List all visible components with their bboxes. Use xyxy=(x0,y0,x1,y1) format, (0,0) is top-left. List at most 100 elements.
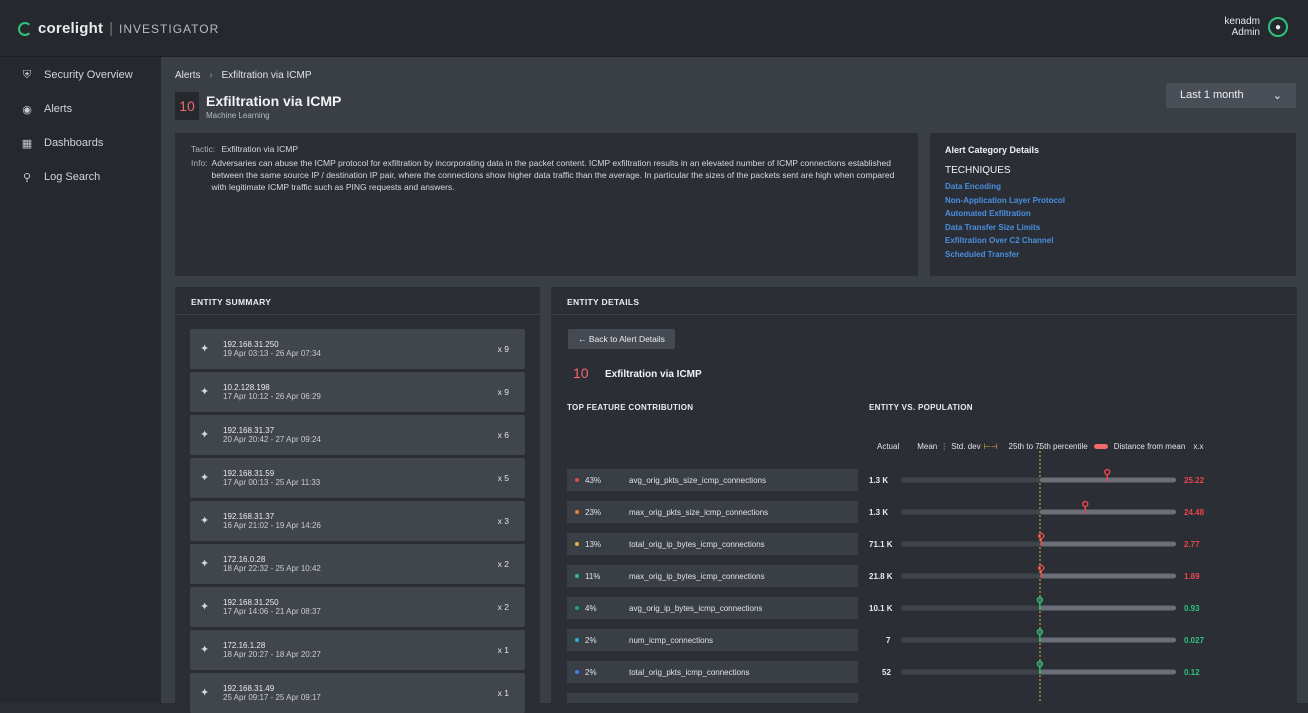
category-title: Alert Category Details xyxy=(945,145,1040,155)
page-subtitle: Machine Learning xyxy=(206,111,270,120)
entity-node-icon: ✦ xyxy=(200,687,210,699)
shield-icon: ⛨ xyxy=(22,68,32,81)
feature-row-partial[interactable] xyxy=(567,693,858,703)
sidebar-item-security-overview[interactable]: ⛨ Security Overview xyxy=(0,58,161,92)
entity-item[interactable]: ✦ 172.16.0.28 18 Apr 22:32 - 25 Apr 10:4… xyxy=(190,544,525,584)
feature-row[interactable]: 43% avg_orig_pkts_size_icmp_connections xyxy=(567,469,858,491)
breadcrumb-alerts-link[interactable]: Alerts xyxy=(175,70,201,81)
user-menu[interactable]: kenadm Admin ● xyxy=(1224,16,1288,38)
feature-row[interactable]: 2% total_orig_pkts_icmp_connections xyxy=(567,661,858,683)
technique-link[interactable]: Exfiltration Over C2 Channel xyxy=(945,234,1281,248)
entity-item[interactable]: ✦ 172.16.1.28 18 Apr 20:27 - 18 Apr 20:2… xyxy=(190,630,525,670)
technique-link[interactable]: Data Encoding xyxy=(945,180,1281,194)
logo[interactable]: corelight | INVESTIGATOR xyxy=(18,20,219,37)
date-range-value: Last 1 month xyxy=(1180,89,1244,101)
feature-distance: 0.93 xyxy=(1184,604,1200,613)
chevron-down-icon: ⌄ xyxy=(1272,90,1282,102)
entity-ip: 192.168.31.37 xyxy=(223,512,275,521)
entity-marker-pin xyxy=(1082,500,1089,508)
info-label: Info: xyxy=(191,158,208,168)
entity-range: 18 Apr 22:32 - 25 Apr 10:42 xyxy=(223,564,321,573)
sidebar-item-label: Security Overview xyxy=(44,69,133,81)
alert-info-panel: Tactic: Exfiltration via ICMP Info: Adve… xyxy=(175,133,918,276)
feature-name: max_orig_pkts_size_icmp_connections xyxy=(629,508,769,517)
entity-score: 10 xyxy=(573,365,589,381)
sidebar: ⛨ Security Overview ◉ Alerts ▦ Dashboard… xyxy=(0,57,161,703)
entity-node-icon: ✦ xyxy=(200,601,210,613)
entity-count: x 9 xyxy=(497,344,509,354)
feature-name: max_orig_ip_bytes_icmp_connections xyxy=(629,572,765,581)
feature-distance: 24.48 xyxy=(1184,508,1205,517)
entity-node-icon: ✦ xyxy=(200,644,210,656)
feature-color-dot xyxy=(575,574,579,578)
entity-range: 19 Apr 03:13 - 26 Apr 07:34 xyxy=(223,349,321,358)
main-content: Alerts › Exfiltration via ICMP 10 Exfilt… xyxy=(161,57,1308,713)
feature-name: total_orig_ip_bytes_icmp_connections xyxy=(629,540,765,549)
technique-link[interactable]: Data Transfer Size Limits xyxy=(945,221,1281,235)
entity-range: 16 Apr 21:02 - 19 Apr 14:26 xyxy=(223,521,321,530)
top-bar: corelight | INVESTIGATOR kenadm Admin ● xyxy=(0,0,1308,57)
entity-item[interactable]: ✦ 10.2.128.198 17 Apr 10:12 - 26 Apr 06:… xyxy=(190,372,525,412)
logo-ring-icon xyxy=(18,21,32,36)
feature-name: num_icmp_connections xyxy=(629,636,714,645)
entity-range: 17 Apr 14:06 - 21 Apr 08:37 xyxy=(223,607,321,616)
technique-link[interactable]: Automated Exfiltration xyxy=(945,207,1281,221)
entity-item[interactable]: ✦ 192.168.31.49 25 Apr 09:17 - 25 Apr 09… xyxy=(190,673,525,713)
entity-count: x 6 xyxy=(497,430,509,440)
feature-name: total_orig_pkts_icmp_connections xyxy=(629,668,750,677)
feature-row[interactable]: 4% avg_orig_ip_bytes_icmp_connections xyxy=(567,597,858,619)
top-feature-heading: TOP FEATURE CONTRIBUTION xyxy=(567,403,694,412)
tactic-line: Tactic: Exfiltration via ICMP xyxy=(191,143,902,155)
sidebar-item-label: Log Search xyxy=(44,171,101,183)
feature-pct: 11% xyxy=(585,572,601,581)
entity-details-header: ENTITY DETAILS xyxy=(551,287,1297,315)
entity-count: x 5 xyxy=(497,473,509,483)
feature-row[interactable]: 13% total_orig_ip_bytes_icmp_connections xyxy=(567,533,858,555)
feature-color-dot xyxy=(575,638,579,642)
feature-row[interactable]: 23% max_orig_pkts_size_icmp_connections xyxy=(567,501,858,523)
feature-pct: 13% xyxy=(585,540,602,549)
feature-name: avg_orig_pkts_size_icmp_connections xyxy=(629,476,766,485)
entity-summary-panel: ENTITY SUMMARY ✦ 192.168.31.250 19 Apr 0… xyxy=(175,287,540,713)
entity-range: 18 Apr 20:27 - 18 Apr 20:27 xyxy=(223,650,321,659)
breadcrumb: Alerts › Exfiltration via ICMP xyxy=(175,70,312,81)
entity-item[interactable]: ✦ 192.168.31.37 16 Apr 21:02 - 19 Apr 14… xyxy=(190,501,525,541)
sidebar-item-dashboards[interactable]: ▦ Dashboards xyxy=(0,126,161,160)
techniques-heading: TECHNIQUES xyxy=(945,165,1011,176)
avatar-icon[interactable]: ● xyxy=(1268,17,1288,37)
brand-divider: | xyxy=(109,20,114,37)
sidebar-item-alerts[interactable]: ◉ Alerts xyxy=(0,92,161,126)
tactic-label: Tactic: xyxy=(191,144,216,154)
entity-item[interactable]: ✦ 192.168.31.37 20 Apr 20:42 - 27 Apr 09… xyxy=(190,415,525,455)
technique-link[interactable]: Non-Application Layer Protocol xyxy=(945,194,1281,208)
info-text: Adversaries can abuse the ICMP protocol … xyxy=(211,158,895,192)
entity-node-icon: ✦ xyxy=(200,472,210,484)
info-line: Info: Adversaries can abuse the ICMP pro… xyxy=(191,157,902,193)
entity-item[interactable]: ✦ 192.168.31.250 17 Apr 14:06 - 21 Apr 0… xyxy=(190,587,525,627)
sidebar-item-log-search[interactable]: ⚲ Log Search xyxy=(0,160,161,194)
feature-color-dot xyxy=(575,542,579,546)
date-range-select[interactable]: Last 1 month ⌄ xyxy=(1166,83,1296,108)
feature-pct: 2% xyxy=(585,668,597,677)
grid-icon: ▦ xyxy=(21,137,33,150)
entity-count: x 2 xyxy=(497,602,509,612)
feature-distance: 1.89 xyxy=(1184,572,1200,581)
user-name: kenadm xyxy=(1224,16,1260,27)
entity-count: x 3 xyxy=(497,516,509,526)
entity-range: 25 Apr 09:17 - 25 Apr 09:17 xyxy=(223,693,321,702)
feature-pct: 4% xyxy=(585,604,597,613)
legend-actual: Actual xyxy=(877,442,900,451)
back-to-alert-details-button[interactable]: ← Back to Alert Details xyxy=(568,329,675,349)
percentile-range-bar xyxy=(1040,573,1176,579)
entity-item[interactable]: ✦ 192.168.31.250 19 Apr 03:13 - 26 Apr 0… xyxy=(190,329,525,369)
feature-pct: 23% xyxy=(585,508,602,517)
entity-range: 17 Apr 10:12 - 26 Apr 06:29 xyxy=(223,392,321,401)
feature-row[interactable]: 11% max_orig_ip_bytes_icmp_connections xyxy=(567,565,858,587)
entity-item[interactable]: ✦ 192.168.31.59 17 Apr 00:13 - 25 Apr 11… xyxy=(190,458,525,498)
percentile-range-bar xyxy=(1040,509,1176,515)
entity-node-icon: ✦ xyxy=(200,386,210,398)
percentile-range-bar xyxy=(1040,637,1176,643)
feature-row[interactable]: 2% num_icmp_connections xyxy=(567,629,858,651)
technique-link[interactable]: Scheduled Transfer xyxy=(945,248,1281,262)
product-name: INVESTIGATOR xyxy=(119,21,220,36)
